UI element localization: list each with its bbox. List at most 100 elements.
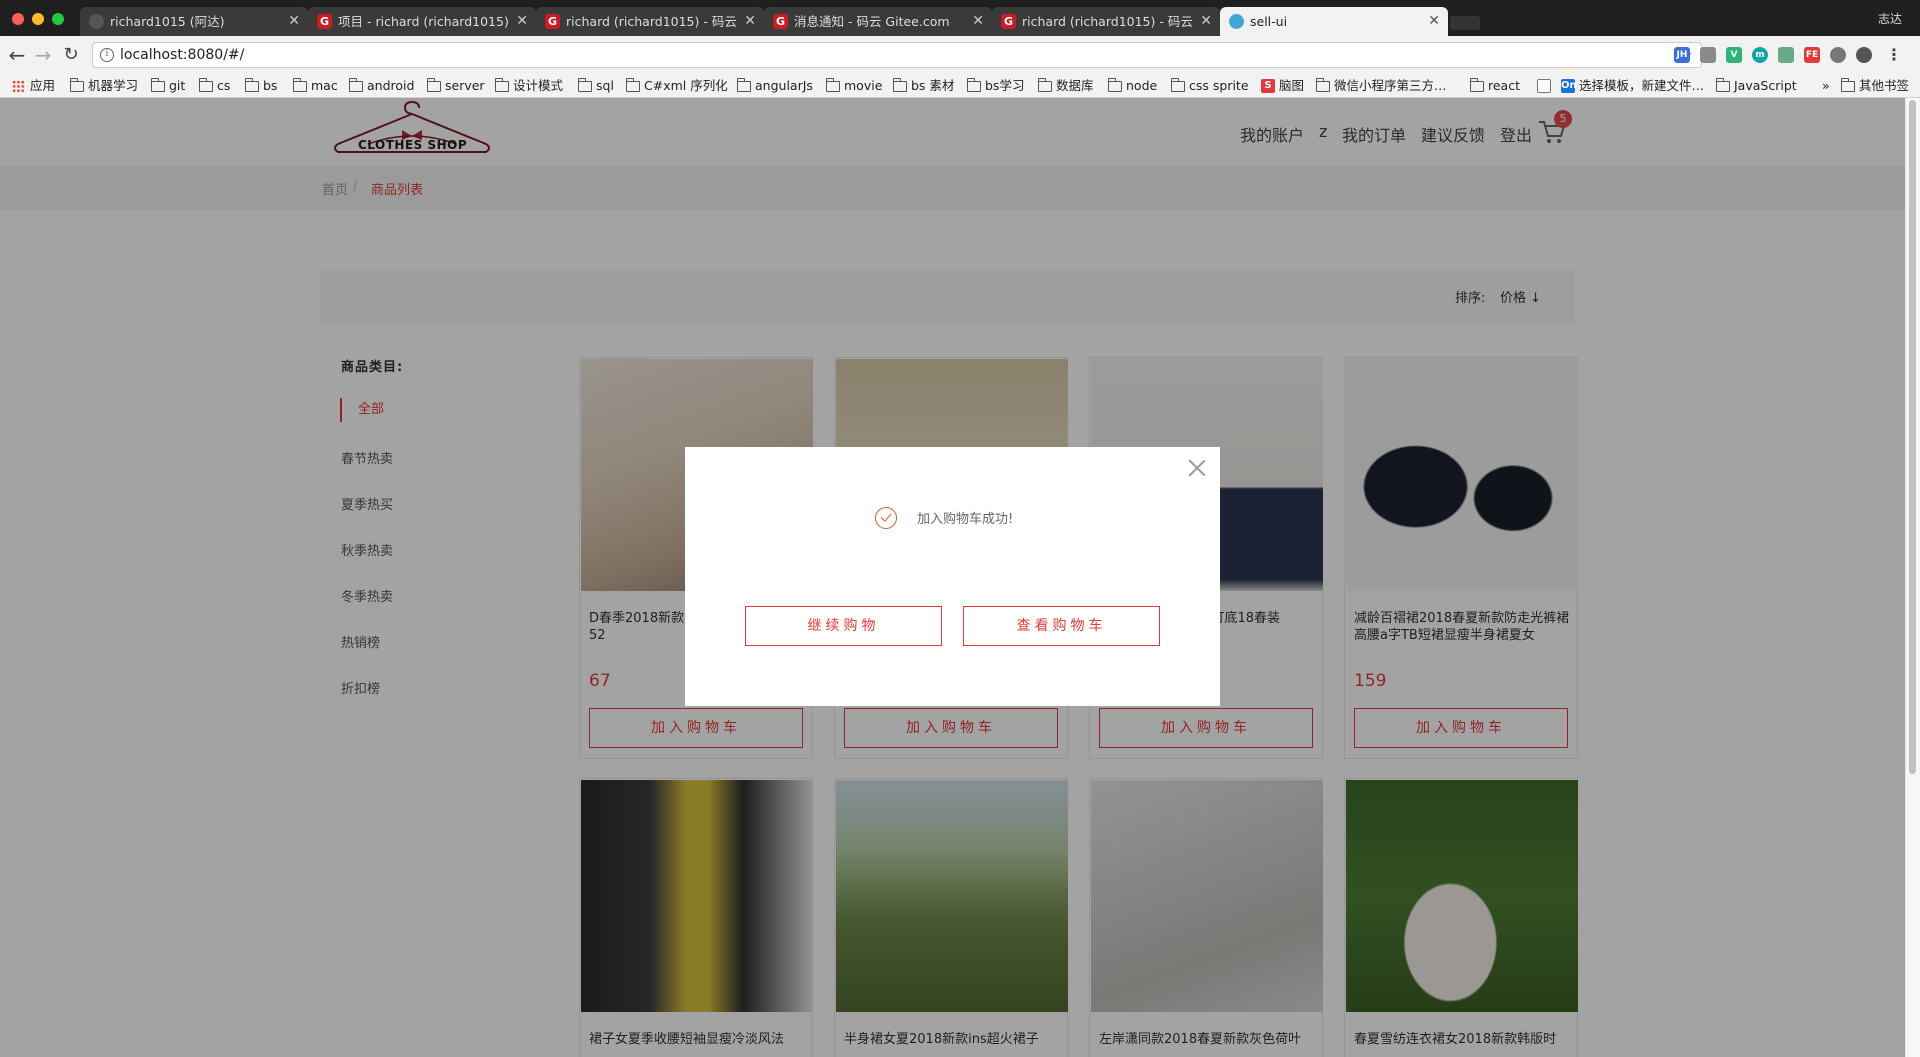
bookmark-folder[interactable]: server [426, 78, 485, 94]
bookmark-label: bs学习 [985, 78, 1025, 93]
close-icon[interactable]: ✕ [516, 7, 528, 36]
browser-tab[interactable]: G 消息通知 - 码云 Gitee.com ✕ [764, 7, 992, 36]
extension-m-icon[interactable]: m [1752, 47, 1768, 63]
page-icon [1537, 79, 1551, 93]
bookmark-folder[interactable]: 设计模式 [494, 78, 563, 94]
folder-icon [1315, 78, 1330, 92]
bookmark-folder[interactable]: 机器学习 [69, 78, 139, 94]
extension-gear-icon[interactable] [1856, 47, 1872, 63]
url-text[interactable]: localhost:8080/#/ [120, 47, 244, 63]
bookmark-label: 数据库 [1056, 78, 1094, 93]
folder-icon [966, 78, 981, 92]
browser-tab[interactable]: G richard (richard1015) - 码云 Gitee ✕ [536, 7, 764, 36]
profile-name[interactable]: 志达 [1878, 10, 1902, 27]
bookmark-folder[interactable]: C#xml 序列化 [625, 78, 728, 94]
bookmark-folder[interactable]: cs [198, 78, 230, 94]
bookmark-apps[interactable]: 应用 [12, 78, 55, 94]
tab-title: sell-ui [1250, 14, 1288, 29]
view-cart-button[interactable]: 查看购物车 [963, 606, 1160, 646]
close-icon[interactable]: ✕ [744, 7, 756, 36]
tab-title: 消息通知 - 码云 Gitee.com [794, 14, 950, 29]
bookmark-folder[interactable]: 微信小程序第三方… [1315, 78, 1447, 94]
bookmark-label: android [367, 78, 415, 93]
check-circle-icon [875, 507, 897, 529]
bookmark-label: 机器学习 [88, 78, 139, 93]
page-viewport: CLOTHES SHOP 我的账户 z 我的订单 建议反馈 登出 5 首页 / … [0, 98, 1905, 1057]
bookmark-link[interactable]: S 脑图 [1261, 78, 1304, 94]
on-icon: On [1561, 79, 1577, 93]
address-bar[interactable]: i localhost:8080/#/ ☆ [92, 42, 1702, 68]
folder-icon [577, 78, 592, 92]
bookmark-folder[interactable]: angularJs [736, 78, 813, 94]
bookmark-label: C#xml 序列化 [644, 78, 728, 93]
folder-icon [1840, 78, 1855, 92]
close-icon[interactable]: ✕ [288, 7, 300, 36]
folder-icon [494, 78, 509, 92]
bookmark-folder[interactable]: bs 素材 [892, 78, 954, 94]
browser-toolbar: ← → ↻ i localhost:8080/#/ ☆ JH V m FE ⋮ [0, 36, 1920, 74]
folder-icon [292, 78, 307, 92]
bookmark-folder[interactable]: android [348, 78, 415, 94]
extension-jh-icon[interactable]: JH [1674, 47, 1690, 63]
bookmark-label: css sprite [1189, 78, 1249, 93]
browser-tab-active[interactable]: sell-ui ✕ [1220, 7, 1448, 36]
bookmark-label: 其他书签 [1859, 78, 1910, 93]
bookmark-folder[interactable]: 数据库 [1037, 78, 1094, 94]
bookmark-label: git [169, 78, 186, 93]
bookmark-folder[interactable]: mac [292, 78, 338, 94]
bookmark-folder[interactable]: movie [825, 78, 882, 94]
bookmark-folder[interactable]: bs学习 [966, 78, 1025, 94]
bookmark-folder[interactable]: sql [577, 78, 614, 94]
new-tab-button[interactable] [1450, 16, 1480, 30]
bookmark-folder[interactable]: node [1107, 78, 1157, 94]
browser-tab-bar: richard1015 (阿达) ✕ G 项目 - richard (richa… [0, 0, 1920, 36]
info-icon[interactable]: i [100, 48, 114, 62]
extension-fe-icon[interactable]: FE [1804, 47, 1820, 63]
extension-umbrella-icon[interactable] [1830, 47, 1846, 63]
scrollbar-thumb[interactable] [1909, 100, 1916, 774]
continue-shopping-button[interactable]: 继续购物 [745, 606, 942, 646]
folder-icon [69, 78, 84, 92]
bookmark-folder[interactable]: bs [244, 78, 277, 94]
forward-arrow-icon[interactable]: → [32, 43, 54, 67]
folder-icon [198, 78, 213, 92]
bookmark-label: 脑图 [1279, 78, 1305, 93]
bookmark-label: JavaScript [1734, 78, 1797, 93]
extension-vue-devtools-icon[interactable]: V [1726, 47, 1742, 63]
tab-title: richard (richard1015) - 码云 Gitee [566, 14, 736, 29]
close-icon[interactable]: ✕ [972, 7, 984, 36]
extension-page-icon[interactable] [1700, 47, 1716, 63]
gitee-icon: G [1001, 14, 1016, 29]
add-to-cart-success-dialog: 加入购物车成功! 继续购物 查看购物车 [685, 447, 1220, 706]
folder-icon [736, 78, 751, 92]
folder-icon [892, 78, 907, 92]
browser-tab[interactable]: G 项目 - richard (richard1015) - 码 ✕ [308, 7, 536, 36]
minimize-window-button[interactable] [32, 13, 44, 25]
gitee-icon: G [317, 14, 332, 29]
bookmark-link[interactable]: On 选择模板，新建文件… [1561, 78, 1704, 94]
back-arrow-icon[interactable]: ← [6, 43, 28, 67]
extension-bird-icon[interactable] [1778, 47, 1794, 63]
tab-title: richard1015 (阿达) [110, 14, 225, 29]
close-icon[interactable]: ✕ [1200, 7, 1212, 36]
bookmark-folder[interactable]: JavaScript [1715, 78, 1797, 94]
folder-icon [244, 78, 259, 92]
close-window-button[interactable] [12, 13, 24, 25]
bookmark-label: react [1488, 78, 1520, 93]
close-icon[interactable] [1187, 458, 1207, 478]
other-bookmarks-folder[interactable]: 其他书签 [1840, 78, 1910, 94]
close-icon[interactable]: ✕ [1428, 7, 1440, 36]
dialog-message: 加入购物车成功! [917, 512, 1014, 527]
bookmark-label: angularJs [755, 78, 813, 93]
browser-tab[interactable]: richard1015 (阿达) ✕ [80, 7, 308, 36]
reload-icon[interactable]: ↻ [60, 43, 82, 67]
bookmark-folder[interactable]: react [1469, 78, 1520, 94]
folder-icon [625, 78, 640, 92]
bookmark-folder[interactable]: css sprite [1170, 78, 1249, 94]
menu-icon[interactable]: ⋮ [1886, 47, 1902, 63]
maximize-window-button[interactable] [52, 13, 64, 25]
folder-icon [1469, 78, 1484, 92]
bookmark-folder[interactable]: git [150, 78, 186, 94]
bookmarks-overflow[interactable]: » [1822, 78, 1830, 94]
browser-tab[interactable]: G richard (richard1015) - 码云 Gitee ✕ [992, 7, 1220, 36]
